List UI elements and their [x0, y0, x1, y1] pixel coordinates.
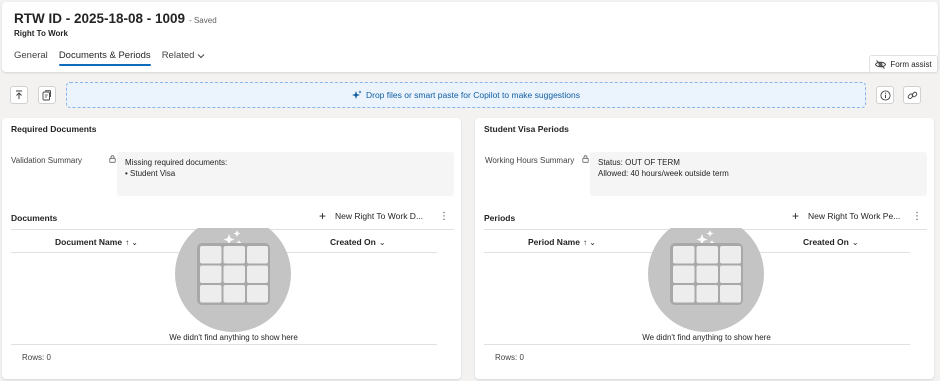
link-icon	[907, 91, 917, 99]
tab-related[interactable]: Related	[162, 50, 206, 66]
column-header-period-name[interactable]: Period Name ↑ ⌄	[528, 237, 596, 247]
field-line: Status: OUT OF TERM	[598, 158, 680, 167]
lock-icon	[109, 155, 116, 163]
divider	[11, 344, 437, 345]
column-header-created-on[interactable]: Created On ⌄	[803, 237, 859, 247]
student-visa-periods-section: Student Visa Periods Working Hours Summa…	[475, 118, 934, 379]
more-options-icon[interactable]: ⋮	[912, 212, 922, 222]
row-count: Rows: 0	[22, 353, 51, 362]
sort-icon: ↑ ⌄	[125, 237, 139, 247]
record-title: RTW ID - 2025-18-08 - 1009	[14, 11, 186, 26]
chevron-down-icon: ⌄	[378, 237, 386, 247]
add-icon: +	[792, 209, 800, 223]
sparkle-icon	[351, 90, 362, 99]
empty-state-text: We didn't find anything to show here	[169, 333, 298, 342]
section-title: Student Visa Periods	[484, 124, 569, 134]
save-status: - Saved	[189, 16, 217, 25]
new-period-button[interactable]: + New Right To Work Pe...	[792, 209, 901, 223]
tab-general[interactable]: General	[14, 50, 48, 66]
copilot-dropzone[interactable]: Drop files or smart paste for Copilot to…	[66, 82, 866, 108]
chevron-down-icon: ⌄	[851, 237, 859, 247]
record-header: RTW ID - 2025-18-08 - 1009 - Saved Right…	[2, 2, 938, 72]
arrow-up-to-line-icon	[16, 90, 22, 99]
field-line: Missing required documents:	[125, 158, 228, 167]
field-line: • Student Visa	[125, 169, 176, 178]
add-icon: +	[319, 209, 327, 223]
sort-icon: ↑ ⌄	[582, 237, 596, 247]
more-options-icon[interactable]: ⋮	[439, 212, 449, 222]
entity-name: Right To Work	[14, 29, 68, 38]
collapse-button[interactable]	[10, 86, 28, 104]
dropzone-text: Drop files or smart paste for Copilot to…	[365, 90, 580, 100]
empty-grid-illustration	[175, 228, 291, 332]
subgrid-title: Documents	[11, 213, 58, 223]
subgrid-title: Periods	[484, 213, 516, 223]
form-assist-label: Form assist	[890, 59, 932, 69]
field-label: Working Hours Summary	[485, 156, 575, 165]
new-period-label: New Right To Work Pe...	[808, 211, 901, 221]
field-line: Allowed: 40 hours/week outside term	[598, 169, 729, 178]
info-button[interactable]	[876, 86, 894, 104]
info-icon	[879, 89, 891, 101]
form-assist-button[interactable]: Form assist	[869, 55, 938, 73]
copy-link-button[interactable]	[38, 86, 56, 104]
validation-summary-field: Missing required documents: • Student Vi…	[117, 152, 454, 196]
column-header-document-name[interactable]: Document Name ↑ ⌄	[55, 237, 138, 247]
new-document-label: New Right To Work D...	[335, 211, 424, 221]
field-label: Validation Summary	[11, 156, 82, 165]
divider	[484, 344, 910, 345]
tab-documents-periods[interactable]: Documents & Periods	[58, 50, 151, 66]
share-button[interactable]	[903, 86, 921, 104]
lock-icon	[582, 155, 589, 163]
section-title: Required Documents	[11, 124, 97, 134]
document-edit-icon	[42, 89, 51, 100]
row-count: Rows: 0	[495, 353, 524, 362]
chevron-down-icon	[197, 53, 205, 59]
tab-list: General Documents & Periods Related	[14, 50, 216, 66]
new-document-button[interactable]: + New Right To Work D...	[319, 209, 424, 223]
working-hours-summary-field: Status: OUT OF TERM Allowed: 40 hours/we…	[590, 152, 927, 196]
eye-off-icon	[875, 59, 887, 69]
column-header-created-on[interactable]: Created On ⌄	[330, 237, 386, 247]
required-documents-section: Required Documents Validation Summary Mi…	[2, 118, 461, 379]
empty-state-text: We didn't find anything to show here	[642, 333, 771, 342]
empty-grid-illustration	[648, 228, 764, 332]
